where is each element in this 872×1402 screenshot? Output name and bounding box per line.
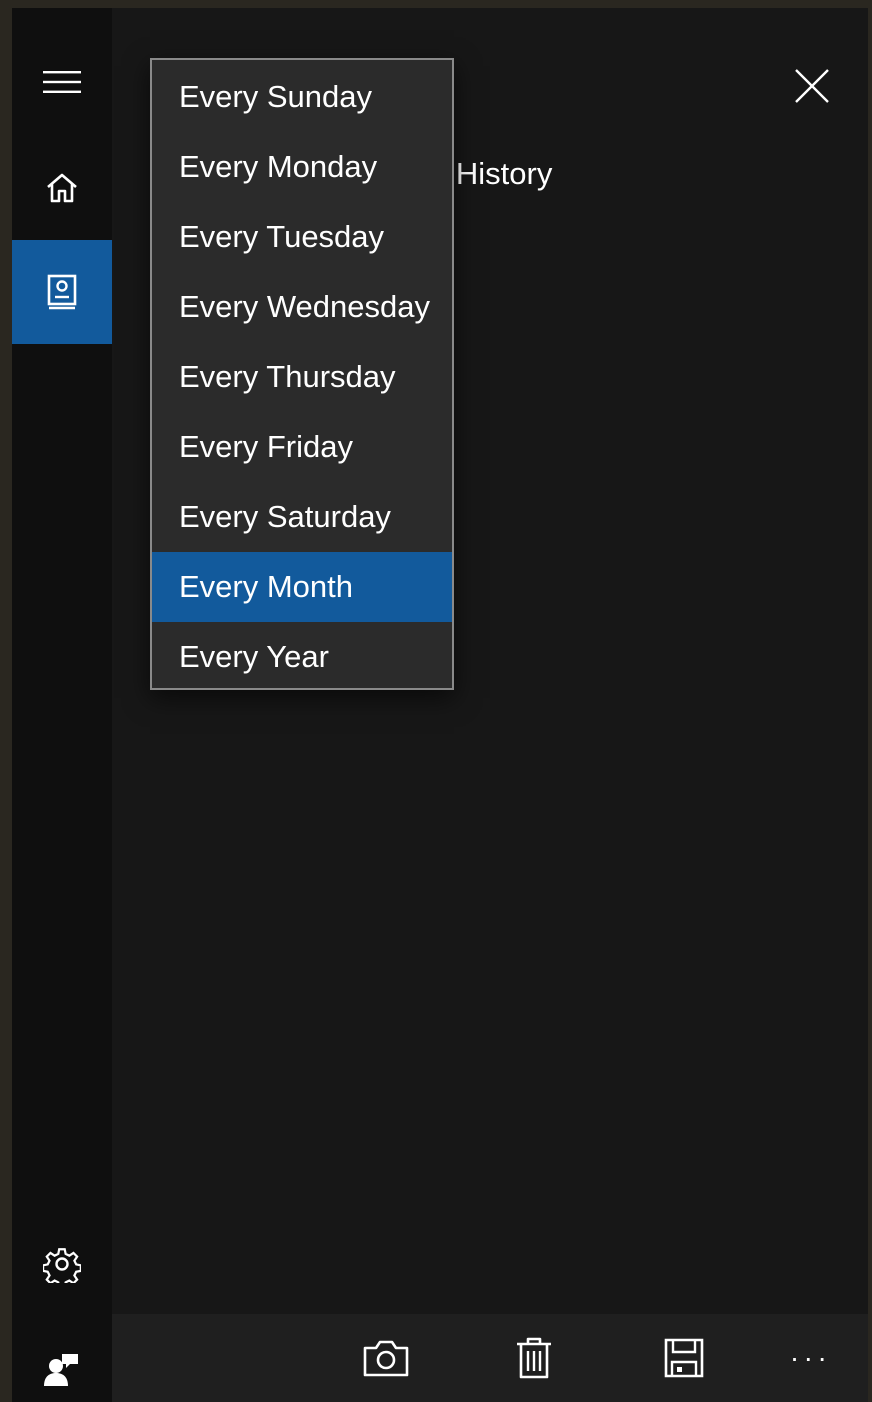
sidebar bbox=[12, 8, 112, 1402]
save-icon bbox=[664, 1338, 704, 1378]
home-icon bbox=[47, 173, 77, 203]
camera-icon bbox=[363, 1340, 409, 1377]
delete-button[interactable] bbox=[506, 1330, 562, 1386]
recurrence-dropdown: Every Sunday Every Monday Every Tuesday Eve… bbox=[150, 58, 454, 690]
notebook-nav-button[interactable] bbox=[12, 240, 112, 344]
more-options-button[interactable]: ... bbox=[791, 1338, 832, 1366]
camera-button[interactable] bbox=[358, 1330, 414, 1386]
dropdown-item-every-monday[interactable]: Every Monday bbox=[152, 132, 452, 202]
dropdown-item-every-friday[interactable]: Every Friday bbox=[152, 412, 452, 482]
gear-icon bbox=[43, 1248, 81, 1283]
dropdown-item-every-tuesday[interactable]: Every Tuesday bbox=[152, 202, 452, 272]
close-icon bbox=[795, 69, 829, 103]
hamburger-menu-icon bbox=[43, 71, 81, 93]
home-button[interactable] bbox=[12, 136, 112, 240]
dropdown-item-every-saturday[interactable]: Every Saturday bbox=[152, 482, 452, 552]
dropdown-item-every-wednesday[interactable]: Every Wednesday bbox=[152, 272, 452, 342]
notebook-icon bbox=[47, 274, 77, 310]
app-window: Move to History ... bbox=[12, 8, 868, 1402]
dropdown-item-every-month[interactable]: Every Month bbox=[152, 552, 452, 622]
settings-button[interactable] bbox=[12, 1212, 112, 1316]
account-feedback-icon bbox=[44, 1354, 78, 1386]
more-icon: ... bbox=[790, 1336, 832, 1367]
dropdown-item-every-sunday[interactable]: Every Sunday bbox=[152, 62, 452, 132]
hamburger-menu-button[interactable] bbox=[12, 30, 112, 134]
dropdown-item-every-year[interactable]: Every Year bbox=[152, 622, 452, 692]
trash-icon bbox=[517, 1337, 551, 1379]
account-feedback-button[interactable] bbox=[12, 1318, 112, 1402]
dropdown-item-every-thursday[interactable]: Every Thursday bbox=[152, 342, 452, 412]
command-bar: ... bbox=[112, 1314, 868, 1402]
close-button[interactable] bbox=[790, 64, 834, 108]
move-to-history-option[interactable]: Move to History bbox=[435, 156, 675, 192]
save-button[interactable] bbox=[656, 1330, 712, 1386]
